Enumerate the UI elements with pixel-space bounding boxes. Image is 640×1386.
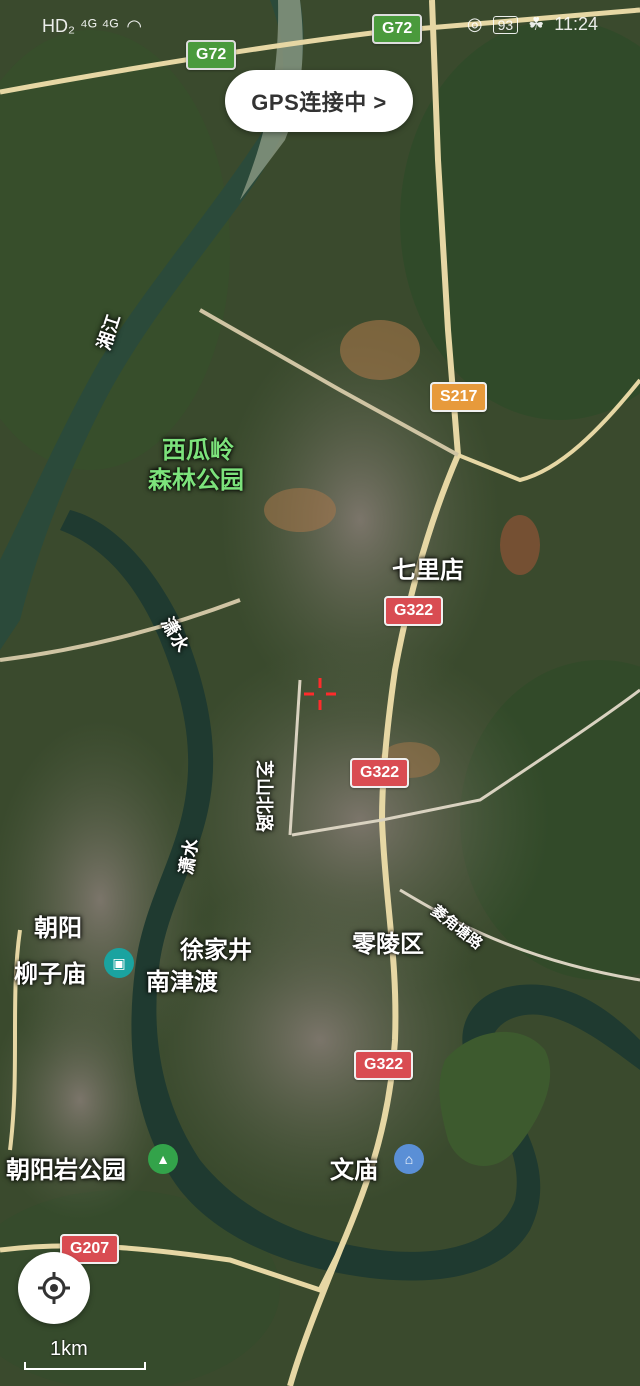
label-liuzimiao[interactable]: 柳子庙 (14, 954, 86, 989)
battery-level: 93 (497, 16, 514, 33)
label-qilidian[interactable]: 七里店 (392, 550, 464, 585)
route-shield-g72-top[interactable]: G72 (372, 14, 423, 44)
location-pin-icon: ◎ (466, 14, 483, 34)
gps-status-button[interactable]: GPS连接中 > (225, 70, 413, 132)
route-shield-text: G72 (196, 46, 227, 63)
route-shield-g72-left[interactable]: G72 (186, 40, 237, 70)
route-shield-text: G322 (394, 602, 434, 619)
label-xujiajing[interactable]: 徐家井 (180, 930, 252, 965)
wifi-icon: ◠ (126, 16, 143, 36)
route-shield-g322[interactable]: G322 (350, 758, 410, 788)
scale-bar (24, 1362, 146, 1370)
label-nanjindu[interactable]: 南津渡 (146, 962, 218, 997)
label-chaoyang[interactable]: 朝阳 (34, 908, 82, 943)
battery-indicator: 93 (492, 15, 519, 34)
label-lingling[interactable]: 零陵区 (352, 924, 424, 959)
route-shield-g322[interactable]: G322 (384, 596, 444, 626)
status-time: 11:24 (554, 14, 598, 34)
crosshair-icon (304, 678, 336, 710)
landmark-poi-icon[interactable]: ⌂ (394, 1144, 424, 1174)
route-shield-s217[interactable]: S217 (430, 382, 488, 412)
locate-button[interactable] (18, 1252, 90, 1324)
status-right: ◎ 93 ☘ 11:24 (467, 14, 598, 35)
locate-icon (38, 1272, 70, 1304)
scale-label: 1km (50, 1338, 88, 1360)
route-shield-text: G322 (364, 1056, 404, 1073)
gps-status-label: GPS连接中 > (251, 90, 387, 115)
route-shield-text: G207 (70, 1240, 110, 1257)
status-indicators: HD₂ ⁴ᴳ ⁴ᴳ ◠ (42, 16, 142, 37)
route-shield-text: G322 (360, 764, 400, 781)
label-chaoyangyan-park[interactable]: 朝阳岩公园 (6, 1150, 126, 1185)
label-senlin-park[interactable]: 森林公园 (148, 460, 244, 495)
signal-indicators: HD₂ ⁴ᴳ ⁴ᴳ (42, 16, 119, 36)
camera-poi-icon[interactable]: ▣ (104, 948, 134, 978)
leaf-icon: ☘ (528, 14, 545, 34)
label-zhishan-road[interactable]: 芝山北路 (252, 760, 278, 832)
route-shield-text: G72 (382, 20, 413, 37)
status-bar: HD₂ ⁴ᴳ ⁴ᴳ ◠ ◎ 93 ☘ 11:24 (0, 8, 640, 44)
tree-poi-icon[interactable]: ▲ (148, 1144, 178, 1174)
route-shield-text: S217 (440, 388, 478, 405)
map-scale: 1km (12, 1338, 146, 1370)
route-shield-g322[interactable]: G322 (354, 1050, 414, 1080)
label-wenmiao[interactable]: 文庙 (330, 1150, 378, 1185)
